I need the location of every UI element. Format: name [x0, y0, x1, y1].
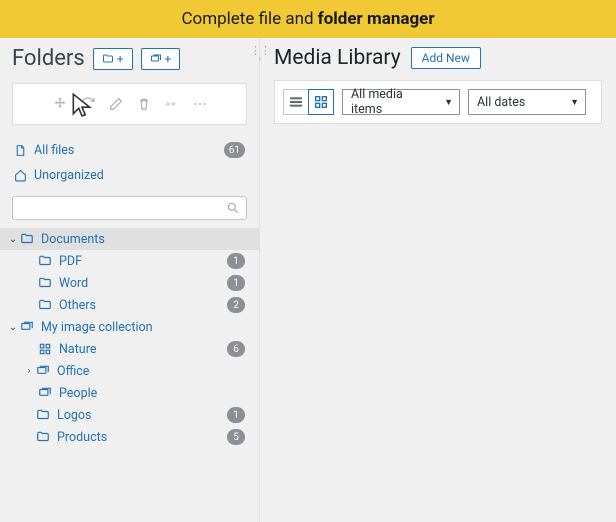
- dropdown-icon: ▼: [444, 97, 453, 108]
- all-files-count: 61: [224, 142, 245, 158]
- media-library-panel: Media Library Add New All media items ▼ …: [260, 38, 616, 522]
- folder-plus-icon: [102, 53, 114, 65]
- sort-icon[interactable]: [163, 95, 181, 113]
- banner-text-bold: folder manager: [318, 9, 435, 29]
- new-folder-button[interactable]: +: [93, 48, 133, 70]
- page-title: Media Library: [274, 46, 401, 70]
- date-filter-select[interactable]: All dates ▼: [468, 89, 586, 115]
- new-collection-button[interactable]: +: [141, 48, 181, 70]
- promo-banner: Complete file and folder manager: [0, 0, 616, 38]
- tree-item-word[interactable]: Word 1: [0, 272, 259, 294]
- tree-item-people[interactable]: People: [0, 382, 259, 404]
- more-icon[interactable]: [191, 95, 209, 113]
- unorganized-label: Unorganized: [34, 168, 104, 183]
- folder-search-input[interactable]: [12, 196, 247, 220]
- sidebar-title: Folders: [12, 46, 85, 71]
- home-icon: [14, 169, 28, 182]
- collection-icon: [38, 386, 54, 400]
- refresh-icon[interactable]: [79, 95, 97, 113]
- chevron-down-icon[interactable]: ⌄: [6, 234, 20, 245]
- folder-tree: ⌄ Documents PDF 1 Word 1 Others 2 ⌄: [0, 228, 259, 448]
- collection-icon: [20, 320, 36, 334]
- folder-icon: [20, 232, 36, 246]
- collection-plus-icon: [150, 53, 162, 65]
- folder-icon: [38, 298, 54, 312]
- rename-icon[interactable]: [107, 95, 125, 113]
- grid-icon: [313, 94, 329, 110]
- move-icon[interactable]: [51, 95, 69, 113]
- folder-toolbar: [12, 83, 247, 125]
- tree-item-products[interactable]: Products 5: [0, 426, 259, 448]
- search-icon: [226, 201, 240, 215]
- folder-icon: [36, 430, 52, 444]
- list-icon: [288, 94, 304, 110]
- list-view-button[interactable]: [283, 89, 309, 115]
- chevron-right-icon[interactable]: ›: [22, 366, 36, 377]
- delete-icon[interactable]: [135, 95, 153, 113]
- tree-item-documents[interactable]: ⌄ Documents: [0, 228, 259, 250]
- unorganized-item[interactable]: Unorganized: [0, 163, 259, 188]
- tree-item-others[interactable]: Others 2: [0, 294, 259, 316]
- folder-icon: [38, 254, 54, 268]
- all-files-label: All files: [34, 143, 74, 158]
- media-type-select[interactable]: All media items ▼: [342, 89, 460, 115]
- grid-view-button[interactable]: [308, 89, 334, 115]
- add-new-button[interactable]: Add New: [411, 47, 481, 69]
- folder-icon: [36, 408, 52, 422]
- tree-item-office[interactable]: › Office: [0, 360, 259, 382]
- grid-icon: [38, 342, 54, 356]
- chevron-down-icon[interactable]: ⌄: [6, 322, 20, 333]
- tree-item-logos[interactable]: Logos 1: [0, 404, 259, 426]
- tree-item-pdf[interactable]: PDF 1: [0, 250, 259, 272]
- tree-item-nature[interactable]: Nature 6: [0, 338, 259, 360]
- folder-icon: [38, 276, 54, 290]
- banner-text: Complete file and: [181, 9, 313, 29]
- media-filter-bar: All media items ▼ All dates ▼: [274, 80, 602, 124]
- file-icon: [14, 144, 28, 157]
- all-files-item[interactable]: All files 61: [0, 137, 259, 163]
- tree-item-my-images[interactable]: ⌄ My image collection: [0, 316, 259, 338]
- folders-sidebar: Folders + + All files 61: [0, 38, 260, 522]
- dropdown-icon: ▼: [570, 97, 579, 108]
- collection-icon: [36, 364, 52, 378]
